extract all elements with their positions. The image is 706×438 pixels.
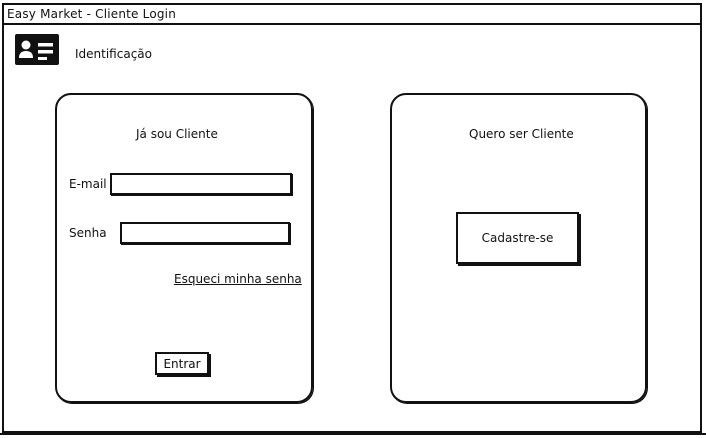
password-label: Senha [69,226,107,240]
window-title: Easy Market - Cliente Login [7,7,177,21]
password-field[interactable] [120,222,290,244]
forgot-password-link[interactable]: Esqueci minha senha [174,272,302,286]
signup-button-label: Cadastre-se [481,231,554,245]
login-button[interactable]: Entrar [155,352,209,375]
login-panel-title: Já sou Cliente [136,127,218,141]
signup-button[interactable]: Cadastre-se [456,212,579,264]
title-bar: Easy Market - Cliente Login [4,5,700,25]
id-card-icon [15,34,59,65]
email-field[interactable] [110,173,292,195]
section-title: Identificação [75,47,152,61]
bottom-border [0,433,706,435]
email-label: E-mail [69,177,107,191]
signup-panel-title: Quero ser Cliente [469,127,574,141]
login-button-label: Entrar [163,356,201,371]
